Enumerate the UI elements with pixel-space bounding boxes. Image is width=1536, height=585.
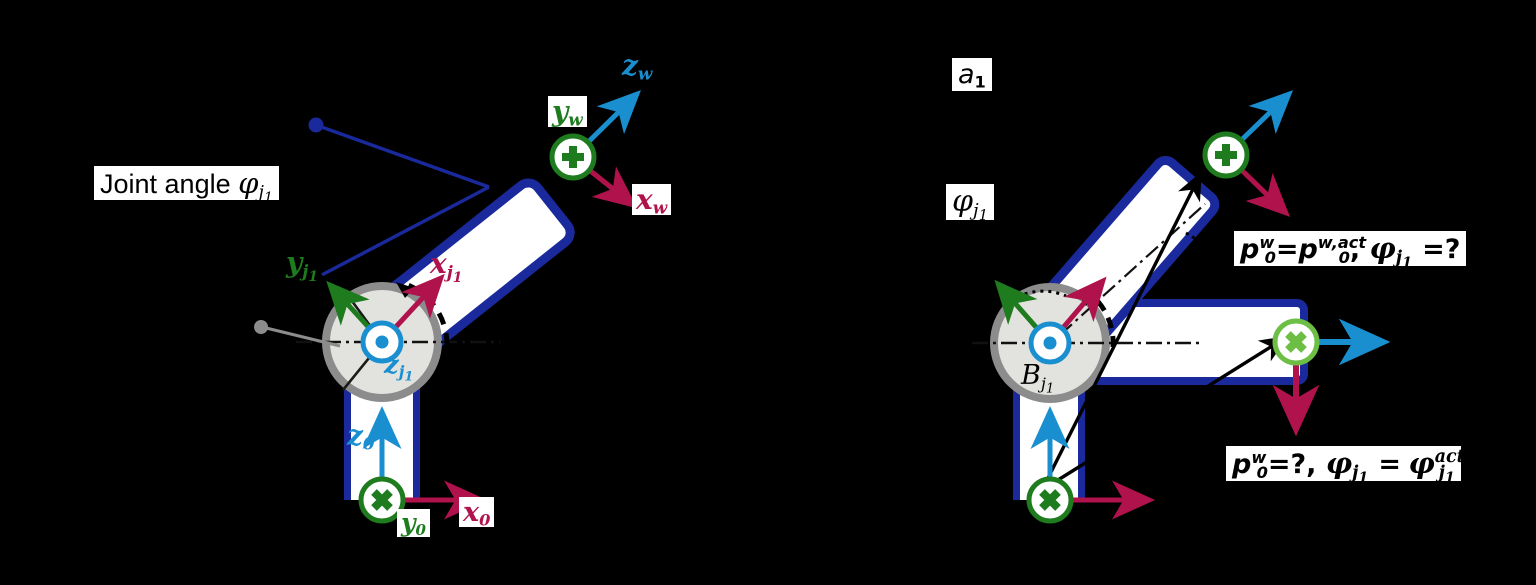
left-label-x-w: xw [632,183,672,218]
right-label-B-subsub: 1 [1045,381,1055,397]
case1-rhs-sub: 0 [1338,247,1350,267]
left-label-x-0-sym: x [463,497,480,528]
case1-angle-value: =? [1422,234,1461,265]
case2-equals: = [1378,449,1402,480]
left-label-y-w-sub: w [568,109,583,130]
left-label-z-0-sym: z [347,419,363,452]
diagram-canvas: Joint angle φj1 yj1 xj1 zj1 yw zw xw z0 … [0,0,1536,585]
left-label-z-j1-sym: z [384,350,399,380]
left-panel-group [254,90,641,535]
left-label-z-0: z0 [347,419,375,453]
right-label-phi-subsub: 1 [978,207,988,225]
right-axis-z-j1-symbol [1028,321,1072,365]
left-label-y-0: y0 [397,508,430,540]
left-joint-angle-callout: Joint angle φj1 [94,166,279,205]
right-axis-y-w-upper-symbol [1202,131,1250,179]
left-label-y-w-sym: y [552,95,569,128]
left-label-x-w-sub: w [652,197,668,218]
right-label-a1-sym: a [958,59,975,90]
right-case-2-bullet-dot [1208,459,1222,473]
left-label-z-0-sub: 0 [362,433,375,454]
right-case-1-equation: pw0=pw,act0, φj1 =? [1234,231,1467,270]
right-axis-y-0-symbol [1026,476,1074,524]
left-label-z-j1: zj1 [384,350,413,384]
case2-lhs-value: =? [1267,449,1307,480]
right-case-1-bullet-dot [1215,243,1229,257]
case1-angle-subsub: 1 [1402,254,1412,271]
case2-separator: , [1306,449,1317,480]
right-label-a1-sub: 1 [974,72,986,92]
left-label-z-w: zw [622,49,652,83]
case2-rhs-subsub: 1 [1444,469,1455,486]
left-label-y-w: yw [548,95,587,130]
right-axis-y-w-horizontal-symbol [1272,318,1320,366]
left-axis-y-w-symbol [549,133,597,181]
left-label-z-w-sub: w [637,63,653,84]
left-joint-angle-text: Joint angle [100,169,231,199]
diagram-vector-layer [254,90,1391,535]
left-label-z-j1-subsub: 1 [404,369,414,385]
right-case-2-equation: pw0=?, φj1 = φactj1 [1226,446,1465,485]
left-label-z-w-sym: z [622,49,638,82]
left-label-x-j1: xj1 [430,247,462,285]
right-label-a1: a1 [952,58,992,92]
case1-separator: , [1349,234,1361,265]
left-label-y-j1: yj1 [286,246,318,284]
left-label-x-w-sym: x [636,183,653,216]
case2-angle-sym: φ [1325,446,1353,480]
right-label-B-j1: Bj1 [1021,360,1054,395]
left-label-x-j1-sym: x [430,247,447,280]
case1-lhs-sym: p [1240,234,1260,265]
left-label-y-j1-subsub: 1 [308,268,318,285]
left-label-y-j1-sym: y [286,246,303,279]
case1-angle-sym: φ [1369,231,1396,265]
left-label-y-0-sym: y [401,508,416,537]
case2-lhs-sym: p [1232,449,1252,480]
left-joint-angle-phi: φ [238,166,259,200]
left-label-x-0: x0 [459,497,495,530]
case2-lhs-sub: 0 [1256,462,1268,482]
case1-lhs-sub: 0 [1264,247,1276,267]
right-label-phi-sym: φ [952,184,974,219]
left-label-y-0-sub: 0 [415,521,426,540]
left-joint-angle-sub-sub: 1 [263,189,273,206]
left-label-x-j1-subsub: 1 [452,269,463,286]
case2-angle-subsub: 1 [1358,469,1369,486]
case2-rhs-sym: φ [1408,446,1435,480]
case1-rhs-sym: p [1298,234,1318,265]
right-label-phi-j1: φj1 [946,184,994,223]
left-label-x-0-sub: 0 [479,510,491,530]
case1-equals: = [1275,234,1299,265]
right-label-B-sym: B [1021,360,1041,391]
